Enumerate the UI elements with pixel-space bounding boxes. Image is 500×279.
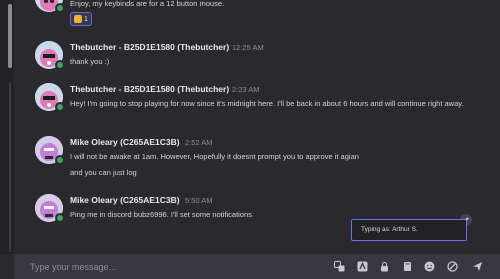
scrollbar-track[interactable] xyxy=(9,82,11,252)
message-composer: Type your message... xyxy=(14,254,500,279)
author-name[interactable]: Thebutcher - B25D1E1580 (Thebutcher) xyxy=(70,84,229,94)
message-input[interactable]: Type your message... xyxy=(30,262,116,272)
author-name[interactable]: Thebutcher - B25D1E1580 (Thebutcher) xyxy=(70,42,229,52)
message-text: Hey! I'm going to stop playing for now s… xyxy=(70,99,464,108)
message-text: thank you :) xyxy=(70,57,110,66)
author-name[interactable]: Mike Oleary (C265AE1C3B) xyxy=(70,195,180,205)
message-timestamp: 5:50 AM xyxy=(185,196,213,205)
message-text: Ping me in discord bubz6996. I'll set so… xyxy=(70,210,252,219)
online-status-icon xyxy=(55,213,65,223)
message-timestamp: 2:23 AM xyxy=(232,85,260,94)
online-status-icon xyxy=(55,155,65,165)
message-text: Enjoy, my keybinds are for a 12 button m… xyxy=(70,0,225,8)
reaction-count: 1 xyxy=(84,15,88,23)
book-icon[interactable] xyxy=(402,261,413,272)
online-status-icon xyxy=(55,3,65,13)
left-rail xyxy=(0,0,14,254)
message-text: I will not be awake at 1am. However, Hop… xyxy=(70,152,359,161)
message-timestamp: 12:25 AM xyxy=(232,43,264,52)
reaction-badge[interactable]: 1 xyxy=(70,12,92,26)
message-text: and you can just log xyxy=(70,168,137,177)
thumbs-up-icon xyxy=(74,15,82,23)
chat-message-list: Enjoy, my keybinds are for a 12 button m… xyxy=(0,0,500,254)
online-status-icon xyxy=(55,102,65,112)
author-name[interactable]: Mike Oleary (C265AE1C3B) xyxy=(70,137,180,147)
translate-icon[interactable] xyxy=(334,261,345,272)
typing-indicator: Typing as: Arthur S. xyxy=(351,219,467,241)
scrollbar-thumb[interactable] xyxy=(8,4,12,68)
blocked-icon[interactable] xyxy=(447,261,458,272)
send-icon[interactable] xyxy=(472,261,483,272)
online-status-icon xyxy=(55,60,65,70)
lock-icon[interactable] xyxy=(379,261,390,272)
translate-alt-icon[interactable] xyxy=(357,261,368,272)
message-timestamp: 2:52 AM xyxy=(185,138,213,147)
emoji-icon[interactable] xyxy=(424,261,435,272)
